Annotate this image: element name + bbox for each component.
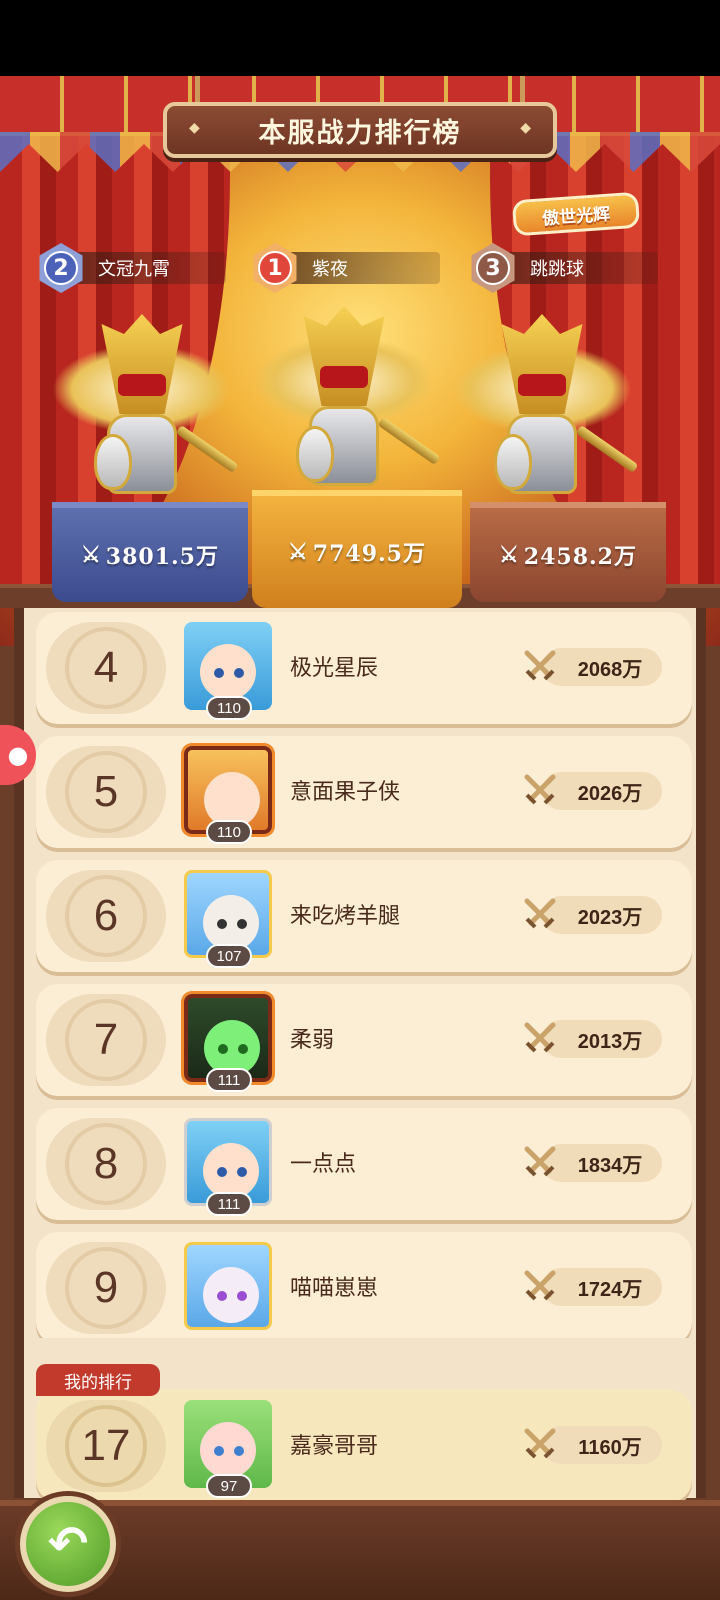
hero-figure-rank-2[interactable] bbox=[52, 314, 239, 524]
title-plaque: 本服战力排行榜 bbox=[163, 102, 557, 158]
player-name: 极光星辰 bbox=[290, 656, 379, 681]
level-badge: 111 bbox=[206, 1192, 252, 1216]
power-value: 1834万 bbox=[542, 1144, 662, 1182]
podium-rank-1: ⚔ 7749.5万 bbox=[252, 490, 462, 608]
power-value: 2068万 bbox=[542, 648, 662, 686]
crossed-swords-icon bbox=[520, 770, 560, 810]
rank-badge: 5 bbox=[46, 746, 166, 838]
crossed-swords-icon bbox=[520, 894, 560, 934]
crossed-swords-icon bbox=[520, 1424, 560, 1464]
rank-badge: 4 bbox=[46, 622, 166, 714]
top-tag-rank-2[interactable]: 2 文冠九霄 bbox=[36, 243, 226, 293]
ranking-row[interactable]: 6 107 来吃烤羊腿 2023万 bbox=[36, 860, 692, 972]
level-badge: 111 bbox=[206, 1068, 252, 1092]
level-badge: 110 bbox=[206, 696, 252, 720]
back-button[interactable]: ↶ bbox=[20, 1496, 116, 1592]
player-name: 柔弱 bbox=[290, 1028, 335, 1053]
ranking-row[interactable]: 5 110 意面果子侠 2026万 bbox=[36, 736, 692, 848]
crossed-swords-icon bbox=[520, 1142, 560, 1182]
ranking-row[interactable]: 9 喵喵崽崽 1724万 bbox=[36, 1232, 692, 1338]
podium-rank-2: ⚔ 3801.5万 bbox=[52, 502, 248, 602]
gold-medal-icon: 1 bbox=[253, 243, 297, 293]
rank-badge: 9 bbox=[46, 1242, 166, 1334]
level-badge: 97 bbox=[206, 1474, 252, 1498]
player-name: 意面果子侠 bbox=[290, 780, 401, 805]
ranking-board: 4 110 极光星辰 2068万 5 110 意面果子侠 2026万 6 107… bbox=[14, 608, 706, 1502]
ranking-row[interactable]: 4 110 极光星辰 2068万 bbox=[36, 612, 692, 724]
crossed-swords-icon bbox=[520, 1018, 560, 1058]
level-badge: 107 bbox=[206, 944, 252, 968]
player-name: 来吃烤羊腿 bbox=[290, 904, 401, 929]
player-name: 嘉豪哥哥 bbox=[290, 1434, 379, 1459]
top-power-value: 2458.2万 bbox=[523, 544, 637, 570]
top-tag-rank-1[interactable]: 1 紫夜 bbox=[250, 243, 440, 293]
hero-figure-rank-3[interactable] bbox=[452, 314, 639, 524]
bronze-medal-icon: 3 bbox=[471, 243, 515, 293]
player-name: 喵喵崽崽 bbox=[290, 1276, 379, 1301]
rank-badge: 6 bbox=[46, 870, 166, 962]
ranking-row[interactable]: 7 111 柔弱 2013万 bbox=[36, 984, 692, 1096]
ranking-list[interactable]: 4 110 极光星辰 2068万 5 110 意面果子侠 2026万 6 107… bbox=[24, 608, 696, 1338]
my-rank-row[interactable]: 17 97 嘉豪哥哥 1160万 bbox=[36, 1390, 692, 1502]
rank-badge: 7 bbox=[46, 994, 166, 1086]
sword-power-icon: ⚔ bbox=[288, 539, 309, 565]
my-rank-tab: 我的排行 bbox=[36, 1364, 160, 1396]
top-power-value: 7749.5万 bbox=[312, 541, 426, 567]
page-title: 本服战力排行榜 bbox=[258, 117, 462, 149]
sword-power-icon: ⚔ bbox=[81, 542, 102, 568]
top-power-value: 3801.5万 bbox=[105, 544, 219, 570]
power-value: 1160万 bbox=[542, 1426, 662, 1464]
podium-rank-3: ⚔ 2458.2万 bbox=[470, 502, 666, 602]
hero-figure-rank-1[interactable] bbox=[254, 306, 441, 516]
crossed-swords-icon bbox=[520, 1266, 560, 1306]
power-value: 2026万 bbox=[542, 772, 662, 810]
back-arrow-icon: ↶ bbox=[47, 1516, 89, 1572]
power-value: 1724万 bbox=[542, 1268, 662, 1306]
rank-badge: 8 bbox=[46, 1118, 166, 1210]
power-value: 2013万 bbox=[542, 1020, 662, 1058]
ranking-row[interactable]: 8 111 一点点 1834万 bbox=[36, 1108, 692, 1220]
rank-badge: 17 bbox=[46, 1400, 166, 1492]
player-name: 一点点 bbox=[290, 1152, 357, 1177]
crossed-swords-icon bbox=[520, 646, 560, 686]
sword-power-icon: ⚔ bbox=[499, 542, 520, 568]
level-badge: 110 bbox=[206, 820, 252, 844]
game-screen: 本服战力排行榜 傲世光辉 2 文冠九霄 1 紫夜 3 跳跳球 ⚔3801.5万 … bbox=[0, 76, 720, 1600]
power-value: 2023万 bbox=[542, 896, 662, 934]
top-tag-rank-3[interactable]: 3 跳跳球 bbox=[468, 243, 658, 293]
player-avatar[interactable] bbox=[184, 1242, 272, 1330]
silver-medal-icon: 2 bbox=[39, 243, 83, 293]
